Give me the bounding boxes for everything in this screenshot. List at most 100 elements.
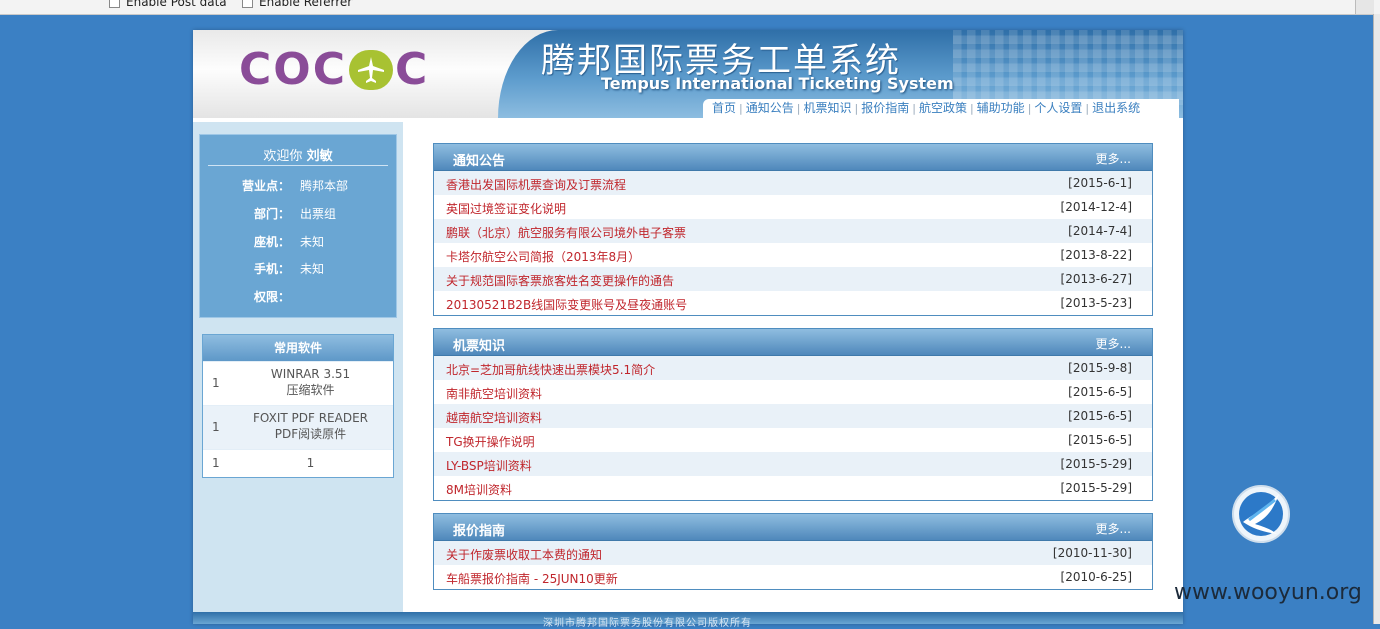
top-nav: 首页 | 通知公告 | 机票知识 | 报价指南 | 航空政策 | 辅助功能 | 个人设置 | 退出系统: [703, 99, 1179, 118]
info-value: 未知: [300, 235, 325, 249]
news-date: [2015-5-29]: [1060, 481, 1132, 495]
news-date: [2015-9-8]: [1068, 361, 1132, 375]
news-item: 鹏联（北京）航空服务有限公司境外电子客票 [2014-7-4]: [434, 219, 1152, 243]
panel-header: 报价指南 更多...: [434, 514, 1152, 541]
nav-link[interactable]: 通知公告: [743, 101, 797, 115]
scrollbar-corner: [1355, 0, 1374, 14]
nav-link[interactable]: 机票知识: [800, 101, 854, 115]
news-date: [2014-12-4]: [1060, 200, 1132, 214]
nav-link[interactable]: 个人设置: [1031, 101, 1085, 115]
news-link[interactable]: 关于作废票收取工本费的通知: [446, 546, 602, 563]
nav-link[interactable]: 航空政策: [916, 101, 970, 115]
news-item: 20130521B2B线国际变更账号及昼夜通账号 [2013-5-23]: [434, 291, 1152, 315]
panel-header: 机票知识 更多...: [434, 329, 1152, 356]
nav-link[interactable]: 辅助功能: [974, 101, 1028, 115]
panel-title: 机票知识: [453, 339, 506, 354]
news-item: LY-BSP培训资料 [2015-5-29]: [434, 452, 1152, 476]
news-item: 车船票报价指南 - 25JUN10更新 [2010-6-25]: [434, 565, 1152, 589]
news-date: [2015-6-5]: [1068, 385, 1132, 399]
news-link[interactable]: 8M培训资料: [446, 481, 512, 498]
news-item: 8M培训资料 [2015-5-29]: [434, 476, 1152, 500]
software-name[interactable]: 1: [233, 456, 388, 470]
software-title-line: FOXIT PDF READER: [253, 411, 368, 425]
greeting-label: 欢迎你: [263, 149, 303, 164]
panel-title: 通知公告: [453, 154, 506, 169]
more-link[interactable]: 更多...: [1096, 150, 1131, 167]
panel-header: 通知公告 更多...: [434, 144, 1152, 171]
welcome-box: 欢迎你 刘敏 营业点： 腾邦本部 部门： 出票组 座机： 未知 手机： 未知 权限：: [199, 134, 397, 318]
enable-referrer-option[interactable]: Enable Referrer: [242, 0, 352, 9]
main-content: 通知公告 更多... 香港出发国际机票查询及订票流程 [2015-6-1] 英国过境签证…: [403, 122, 1183, 616]
panel-title: 报价指南: [453, 524, 506, 539]
welcome-greeting: 欢迎你 刘敏: [208, 145, 388, 166]
news-date: [2015-5-29]: [1060, 457, 1132, 471]
more-link[interactable]: 更多...: [1096, 520, 1131, 537]
software-name[interactable]: WINRAR 3.51 压缩软件: [233, 367, 388, 398]
software-desc-line: PDF阅读原件: [274, 427, 347, 441]
info-label: 手机：: [253, 262, 290, 276]
browser-debug-bar: Enable Post data Enable Referrer: [0, 0, 1380, 15]
news-date: [2014-7-4]: [1068, 224, 1132, 238]
nav-link[interactable]: 首页: [709, 101, 739, 115]
news-link[interactable]: 越南航空培训资料: [446, 409, 542, 426]
info-label: 部门：: [253, 207, 290, 221]
software-count: 1: [212, 456, 220, 470]
logo-text-left: COC: [239, 44, 347, 95]
news-item: 英国过境签证变化说明 [2014-12-4]: [434, 195, 1152, 219]
software-row[interactable]: 1 WINRAR 3.51 压缩软件: [203, 361, 393, 405]
news-date: [2015-6-5]: [1068, 433, 1132, 447]
software-desc-line: 压缩软件: [286, 383, 335, 397]
news-link[interactable]: 南非航空培训资料: [446, 385, 542, 402]
header-banner: COC C 腾邦国际票务工单系统 Tempus International Ti…: [193, 30, 1183, 118]
plane-icon: [349, 50, 393, 90]
page-scrollbar[interactable]: [1373, 14, 1380, 624]
more-link[interactable]: 更多...: [1096, 335, 1131, 352]
news-link[interactable]: LY-BSP培训资料: [446, 457, 532, 474]
bird-logo-icon: [1232, 485, 1290, 543]
news-date: [2013-8-22]: [1060, 248, 1132, 262]
news-link[interactable]: 英国过境签证变化说明: [446, 200, 566, 217]
software-count: 1: [212, 420, 220, 434]
checkbox[interactable]: [242, 0, 253, 8]
software-title-line: WINRAR 3.51: [270, 367, 351, 381]
news-panel: 机票知识 更多... 北京=芝加哥航线快速出票模块5.1简介 [2015-9-8] 南非…: [433, 328, 1153, 501]
sidebar: 欢迎你 刘敏 营业点： 腾邦本部 部门： 出票组 座机： 未知 手机： 未知 权限： 常用软件 …: [193, 122, 403, 616]
news-item: 关于作废票收取工本费的通知 [2010-11-30]: [434, 541, 1152, 565]
news-link[interactable]: 鹏联（北京）航空服务有限公司境外电子客票: [446, 224, 686, 241]
news-item: 北京=芝加哥航线快速出票模块5.1简介 [2015-9-8]: [434, 356, 1152, 380]
news-link[interactable]: 关于规范国际客票旅客姓名变更操作的通告: [446, 272, 674, 289]
footer-text: 深圳市腾邦国际票务股份有限公司版权所有: [543, 618, 752, 629]
info-value: 未知: [300, 262, 325, 276]
option-label: Enable Referrer: [259, 0, 353, 9]
news-link[interactable]: 卡塔尔航空公司简报（2013年8月）: [446, 248, 640, 265]
news-item: 卡塔尔航空公司简报（2013年8月） [2013-8-22]: [434, 243, 1152, 267]
coc-logo: COC C: [239, 44, 430, 95]
user-name: 刘敏: [306, 149, 333, 164]
software-count: 1: [212, 376, 220, 390]
info-label: 营业点：: [241, 179, 290, 193]
software-row[interactable]: 1 FOXIT PDF READER PDF阅读原件: [203, 405, 393, 449]
software-name[interactable]: FOXIT PDF READER PDF阅读原件: [233, 411, 388, 442]
footer: 深圳市腾邦国际票务股份有限公司版权所有: [193, 612, 1183, 629]
news-item: 南非航空培训资料 [2015-6-5]: [434, 380, 1152, 404]
software-title-line: 1: [306, 456, 315, 470]
info-label: 座机：: [253, 235, 290, 249]
news-date: [2010-6-25]: [1060, 570, 1132, 584]
software-row[interactable]: 11: [203, 449, 393, 477]
checkbox[interactable]: [109, 0, 120, 8]
news-link[interactable]: 北京=芝加哥航线快速出票模块5.1简介: [446, 361, 655, 378]
news-panel: 通知公告 更多... 香港出发国际机票查询及订票流程 [2015-6-1] 英国过境签证…: [433, 143, 1153, 316]
news-link[interactable]: 香港出发国际机票查询及订票流程: [446, 176, 626, 193]
nav-link[interactable]: 报价指南: [858, 101, 912, 115]
enable-post-data-option[interactable]: Enable Post data: [109, 0, 227, 9]
watermark: www.wooyun.org: [1174, 580, 1362, 605]
news-date: [2015-6-1]: [1068, 176, 1132, 190]
news-link[interactable]: TG换开操作说明: [446, 433, 535, 450]
logo-text-right: C: [395, 44, 430, 95]
news-link[interactable]: 车船票报价指南 - 25JUN10更新: [446, 570, 618, 587]
news-date: [2010-11-30]: [1052, 546, 1132, 560]
news-link[interactable]: 20130521B2B线国际变更账号及昼夜通账号: [446, 296, 687, 313]
option-label: Enable Post data: [126, 0, 227, 9]
nav-link[interactable]: 退出系统: [1089, 101, 1143, 115]
info-value: 腾邦本部: [300, 179, 349, 193]
